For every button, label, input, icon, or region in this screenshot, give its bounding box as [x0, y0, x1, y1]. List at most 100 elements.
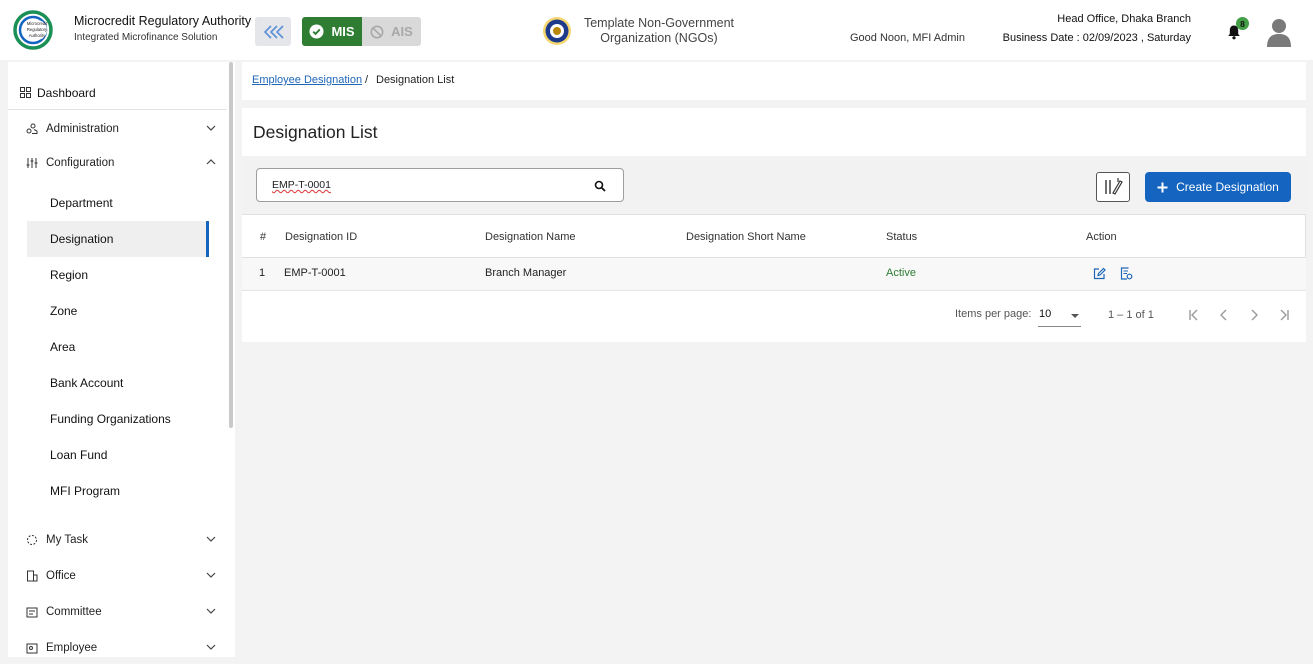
breadcrumb-current: Designation List [376, 74, 455, 86]
sidebar-item-funding-organizations[interactable]: Funding Organizations [27, 401, 209, 437]
sidebar-item-employee[interactable]: Employee [26, 637, 216, 659]
chevron-up-icon [206, 159, 216, 165]
task-spinner-icon [27, 535, 37, 545]
user-avatar-icon[interactable] [1266, 17, 1292, 47]
breadcrumb: Employee Designation / Designation List [242, 62, 1306, 100]
chevron-down-icon [206, 572, 216, 578]
plus-icon [1157, 182, 1168, 192]
employee-icon [26, 643, 38, 654]
page-title: Designation List [253, 122, 378, 142]
items-per-page-select[interactable]: 10 [1038, 305, 1081, 327]
breadcrumb-separator: / [365, 74, 369, 86]
search-icon[interactable] [594, 180, 606, 192]
org-emblem-icon [543, 17, 571, 45]
sidebar-item-designation[interactable]: Designation [27, 221, 209, 257]
top-header: Microcredit Regulatory Authority Microcr… [0, 0, 1313, 60]
sidebar-item-loan-fund[interactable]: Loan Fund [27, 437, 209, 473]
sidebar-item-bank-account[interactable]: Bank Account [27, 365, 209, 401]
chevron-down-icon [206, 125, 216, 131]
column-header-action: Action [1086, 231, 1117, 243]
office-label: Office [46, 570, 76, 582]
chevron-down-icon [206, 536, 216, 542]
chevron-down-icon [206, 644, 216, 650]
create-designation-button[interactable]: Create Designation [1145, 172, 1291, 202]
branch-name: Head Office, Dhaka Branch [1057, 13, 1191, 25]
row-designation-name: Branch Manager [485, 267, 567, 279]
mis-module-button[interactable]: MIS [302, 17, 362, 46]
committee-label: Committee [46, 606, 102, 618]
user-greeting: Good Noon, MFI Admin [850, 32, 965, 44]
column-header-short-name[interactable]: Designation Short Name [686, 231, 806, 243]
administration-icon [26, 123, 38, 134]
committee-icon [26, 607, 38, 618]
sidebar-item-mfi-program[interactable]: MFI Program [27, 473, 209, 509]
sidebar-item-zone[interactable]: Zone [27, 293, 209, 329]
svg-text:Regulatory: Regulatory [27, 27, 48, 32]
column-settings-button[interactable] [1096, 172, 1130, 202]
sidebar-item-committee[interactable]: Committee [26, 601, 216, 623]
caret-down-icon [1071, 314, 1079, 318]
sidebar-item-my-task[interactable]: My Task [26, 529, 216, 551]
last-page-icon[interactable] [1277, 308, 1291, 322]
svg-text:Authority: Authority [29, 33, 46, 38]
row-status: Active [886, 267, 916, 279]
brand-subtitle: Integrated Microfinance Solution [74, 32, 218, 43]
sidebar-item-dashboard[interactable]: Dashboard [8, 76, 227, 110]
table-header: # Designation ID Designation Name Design… [242, 214, 1306, 258]
dashboard-label: Dashboard [37, 85, 96, 100]
first-page-icon[interactable] [1187, 308, 1201, 322]
ais-module-button[interactable]: AIS [362, 17, 421, 46]
my-task-label: My Task [46, 534, 88, 546]
sidebar-item-area[interactable]: Area [27, 329, 209, 365]
designation-list-panel: Designation List EMP-T-0001 Create Desig… [242, 108, 1306, 342]
sidebar-scrollbar[interactable] [229, 62, 233, 428]
column-header-number: # [260, 231, 267, 243]
mra-logo-icon: Microcredit Regulatory Authority [13, 10, 53, 50]
office-building-icon [27, 570, 38, 582]
column-edit-icon [1105, 178, 1123, 195]
create-designation-label: Create Designation [1176, 180, 1279, 194]
administration-label: Administration [46, 123, 119, 135]
edit-icon[interactable] [1093, 267, 1106, 280]
breadcrumb-link-employee-designation[interactable]: Employee Designation [252, 74, 362, 86]
chevron-down-icon [206, 608, 216, 614]
sidebar-item-configuration[interactable]: Configuration [26, 152, 216, 174]
row-designation-id: EMP-T-0001 [284, 267, 346, 279]
search-input[interactable]: EMP-T-0001 [256, 168, 624, 202]
ais-label: AIS [391, 24, 413, 39]
row-number: 1 [259, 267, 266, 279]
org-name-line1: Template Non-Government [583, 16, 735, 30]
organization-name: Template Non-Government Organization (NG… [580, 16, 738, 46]
mis-label: MIS [331, 24, 355, 39]
previous-page-icon[interactable] [1217, 308, 1231, 322]
sidebar-item-department[interactable]: Department [27, 185, 209, 221]
next-page-icon[interactable] [1247, 308, 1261, 322]
sidebar-item-region[interactable]: Region [27, 257, 209, 293]
view-details-icon[interactable] [1120, 267, 1133, 280]
table-row: 1 EMP-T-0001 Branch Manager Active [242, 258, 1306, 291]
org-name-line2: Organization (NGOs) [600, 31, 718, 45]
items-per-page-value: 10 [1039, 308, 1052, 320]
check-circle-icon [309, 24, 324, 39]
sidebar-item-administration[interactable]: Administration [26, 118, 216, 140]
business-date: Business Date : 02/09/2023 , Saturday [1002, 32, 1191, 44]
items-per-page-label: Items per page: [955, 308, 1032, 320]
page-range-label: 1 – 1 of 1 [1108, 309, 1154, 321]
grid-icon [20, 87, 31, 98]
list-toolbar: EMP-T-0001 Create Designation [242, 156, 1306, 215]
sidebar-collapse-button[interactable] [255, 17, 291, 46]
block-icon [370, 25, 384, 38]
search-value: EMP-T-0001 [272, 179, 331, 191]
column-header-designation-name[interactable]: Designation Name [485, 231, 576, 243]
column-header-status[interactable]: Status [886, 231, 917, 243]
sidebar: Dashboard Administration Configuration D… [8, 62, 235, 657]
svg-text:Microcredit: Microcredit [27, 21, 48, 26]
employee-label: Employee [46, 642, 98, 654]
notification-count-badge: 8 [1236, 17, 1249, 30]
sliders-icon [26, 158, 38, 168]
configuration-label: Configuration [46, 157, 115, 169]
brand-title: Microcredit Regulatory Authority [74, 14, 252, 28]
column-header-designation-id[interactable]: Designation ID [285, 231, 357, 243]
double-chevron-left-icon [263, 24, 284, 39]
sidebar-item-office[interactable]: Office [26, 565, 216, 587]
